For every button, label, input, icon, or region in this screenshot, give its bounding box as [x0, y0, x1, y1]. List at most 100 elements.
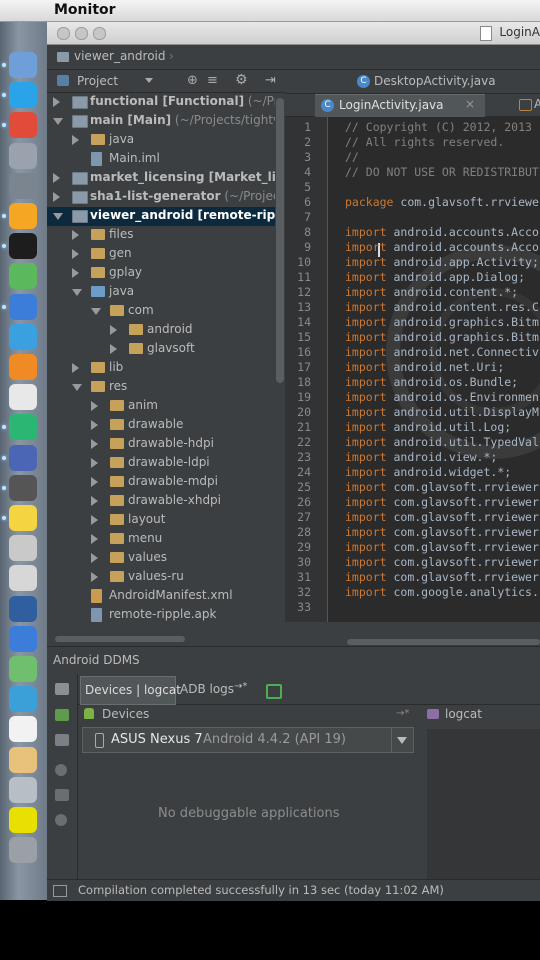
code-line[interactable]: import android.os.Bundle;	[345, 375, 518, 389]
code-line[interactable]: import com.glavsoft.rrviewer	[345, 495, 539, 509]
editor-hscroll-thumb[interactable]	[347, 639, 540, 645]
zoom-window-button[interactable]	[93, 27, 106, 40]
audio-icon[interactable]	[9, 203, 37, 229]
code-line[interactable]: // DO NOT USE OR REDISTRIBUT	[345, 165, 539, 179]
collapsed-arrow-icon[interactable]	[91, 572, 98, 582]
tree-item-layout[interactable]: layout	[47, 511, 275, 530]
code-line[interactable]: import android.app.Dialog;	[345, 270, 525, 284]
collapsed-arrow-icon[interactable]	[72, 268, 79, 278]
tree-item-drawable-mdpi[interactable]: drawable-mdpi	[47, 473, 275, 492]
app-menu-name[interactable]: Monitor	[54, 2, 116, 18]
tab-desktop-activity[interactable]: C DesktopActivity.java	[357, 70, 537, 93]
tab-overflow[interactable]: A	[517, 94, 540, 116]
breadcrumb[interactable]: viewer_android	[74, 49, 166, 65]
tree-item-android[interactable]: android	[47, 321, 275, 340]
tree-item-market-licensing[interactable]: market_licensing [Market_licens	[47, 169, 275, 188]
code-line[interactable]: //	[345, 150, 359, 164]
tree-item-drawable-xhdpi[interactable]: drawable-xhdpi	[47, 492, 275, 511]
code-line[interactable]: import android.widget.*;	[345, 465, 511, 479]
run-icon[interactable]	[55, 709, 69, 721]
tree-item-values-ru[interactable]: values-ru	[47, 568, 275, 587]
tree-item-anim[interactable]: anim	[47, 397, 275, 416]
tab-login-activity[interactable]: C LoginActivity.java ×	[315, 94, 485, 117]
pencil-icon[interactable]	[9, 746, 37, 773]
tree-item-gplay[interactable]: gplay	[47, 264, 275, 283]
tree-item-menu[interactable]: menu	[47, 530, 275, 549]
project-tree[interactable]: functional [Functional] (~/Proje main [Ma…	[47, 93, 275, 633]
image-capture-icon[interactable]	[9, 656, 37, 682]
code-line[interactable]: import android.content.*;	[345, 285, 518, 299]
chrome-icon[interactable]	[9, 112, 37, 139]
screen-capture-icon[interactable]	[55, 683, 69, 695]
code-line[interactable]: import android.util.DisplayM	[345, 405, 539, 419]
tree-item-com[interactable]: com	[47, 302, 275, 321]
code-line[interactable]: import android.graphics.Bitm	[345, 315, 539, 329]
logcat-output[interactable]	[427, 729, 540, 879]
adium-icon[interactable]	[9, 263, 37, 290]
settings-gear-icon[interactable]: ⚙	[235, 72, 248, 88]
collapse-all-icon[interactable]: ≡	[207, 73, 218, 88]
code-line[interactable]: // All rights reserved.	[345, 135, 504, 149]
code-line[interactable]: import android.graphics.Bitm	[345, 330, 539, 344]
calculator-icon[interactable]	[9, 565, 37, 592]
tree-item-gen[interactable]: gen	[47, 245, 275, 264]
collapsed-arrow-icon[interactable]	[53, 192, 60, 202]
dump-hierarchy-icon[interactable]	[55, 734, 69, 746]
skype-icon[interactable]	[9, 82, 37, 109]
tab-adb-logs[interactable]: ADB logs →*	[176, 676, 252, 703]
tree-item-res[interactable]: res	[47, 378, 275, 397]
code-line[interactable]: import com.google.analytics.	[345, 585, 539, 599]
fish-icon[interactable]	[9, 686, 37, 713]
divx-icon[interactable]	[9, 807, 37, 833]
collapsed-arrow-icon[interactable]	[91, 401, 98, 411]
sourcetree-icon[interactable]	[9, 414, 37, 441]
tree-item-remote-ripple-apk[interactable]: remote-ripple.apk	[47, 606, 275, 625]
code-line[interactable]: import android.util.TypedVal	[345, 435, 539, 449]
calendar-icon[interactable]	[9, 384, 37, 411]
itunes-icon[interactable]	[9, 323, 37, 350]
tree-item-drawable-ldpi[interactable]: drawable-ldpi	[47, 454, 275, 473]
expanded-arrow-icon[interactable]	[53, 118, 63, 125]
collapsed-arrow-icon[interactable]	[72, 363, 79, 373]
collapsed-arrow-icon[interactable]	[91, 458, 98, 468]
tree-item-files[interactable]: files	[47, 226, 275, 245]
scroll-from-source-icon[interactable]: ⊕	[187, 73, 198, 88]
collapsed-arrow-icon[interactable]	[91, 420, 98, 430]
tree-item-functional[interactable]: functional [Functional] (~/Proje	[47, 93, 275, 112]
close-tab-icon[interactable]: ×	[465, 97, 475, 111]
collapsed-arrow-icon[interactable]	[72, 135, 79, 145]
terminal-icon[interactable]	[55, 789, 69, 801]
code-line[interactable]: import com.glavsoft.rrviewer	[345, 540, 539, 554]
device-selector[interactable]: ASUS Nexus 7 Android 4.4.2 (API 19)	[82, 727, 414, 753]
textedit-icon[interactable]	[9, 716, 37, 743]
pin-icon[interactable]: →*	[234, 681, 247, 692]
trash-icon[interactable]	[9, 837, 37, 864]
code-line[interactable]: import android.app.Activity;	[345, 255, 539, 269]
collapsed-arrow-icon[interactable]	[91, 515, 98, 525]
collapsed-arrow-icon[interactable]	[91, 496, 98, 506]
tree-item-sha1-list-generator[interactable]: sha1-list-generator (~/Projec	[47, 188, 275, 207]
tab-devices-logcat[interactable]: Devices | logcat	[80, 676, 181, 705]
collapsed-arrow-icon[interactable]	[53, 173, 60, 183]
code-line[interactable]: import android.content.res.C	[345, 300, 539, 314]
launchpad-icon[interactable]	[9, 142, 37, 169]
terminal-icon[interactable]	[9, 233, 37, 260]
finder-icon[interactable]	[9, 52, 37, 78]
preview-icon[interactable]	[9, 535, 37, 562]
dropdown-arrow-icon[interactable]	[145, 78, 153, 83]
xcode-icon[interactable]	[9, 625, 37, 652]
project-tree-hscroll-thumb[interactable]	[55, 636, 185, 642]
sublime-icon[interactable]	[9, 474, 37, 501]
pin-icon[interactable]: →*	[396, 708, 409, 719]
close-window-button[interactable]	[57, 27, 70, 40]
project-view-dropdown[interactable]: Project	[77, 74, 118, 88]
code-line[interactable]: import android.util.Log;	[345, 420, 511, 434]
collapsed-arrow-icon[interactable]	[91, 553, 98, 563]
collapsed-arrow-icon[interactable]	[72, 249, 79, 259]
code-line[interactable]: import com.glavsoft.rrviewer	[345, 555, 539, 569]
code-line[interactable]: // Copyright (C) 2012, 2013	[345, 120, 532, 134]
collapsed-arrow-icon[interactable]	[110, 325, 117, 335]
hide-panel-icon[interactable]: ⇥	[265, 73, 276, 88]
cyberduck-icon[interactable]	[9, 505, 37, 531]
code-line[interactable]: package com.glavsoft.rrviewe	[345, 195, 539, 209]
